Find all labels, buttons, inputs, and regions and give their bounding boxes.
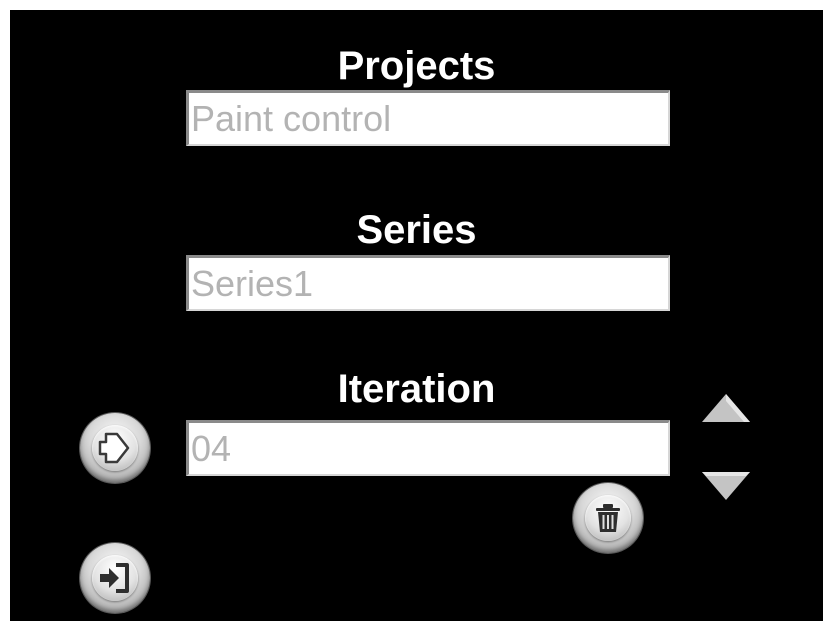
projects-field[interactable]: Paint control	[186, 90, 670, 146]
series-field[interactable]: Series1	[186, 255, 670, 311]
triangle-down-icon	[702, 472, 750, 500]
iteration-field[interactable]: 04	[186, 420, 670, 476]
project-selection-screen: Projects Paint control Series Series1 It…	[10, 10, 823, 621]
trash-icon	[596, 504, 620, 532]
iteration-down-button[interactable]	[698, 466, 754, 506]
login-button[interactable]	[80, 543, 150, 613]
go-button[interactable]	[80, 413, 150, 483]
sign-in-icon	[100, 563, 129, 593]
arrow-right-icon	[98, 432, 130, 464]
triangle-up-icon	[702, 394, 750, 422]
projects-heading: Projects	[337, 44, 496, 88]
iteration-up-button[interactable]	[698, 390, 754, 430]
delete-button[interactable]	[573, 483, 643, 553]
series-heading: Series	[356, 208, 477, 252]
